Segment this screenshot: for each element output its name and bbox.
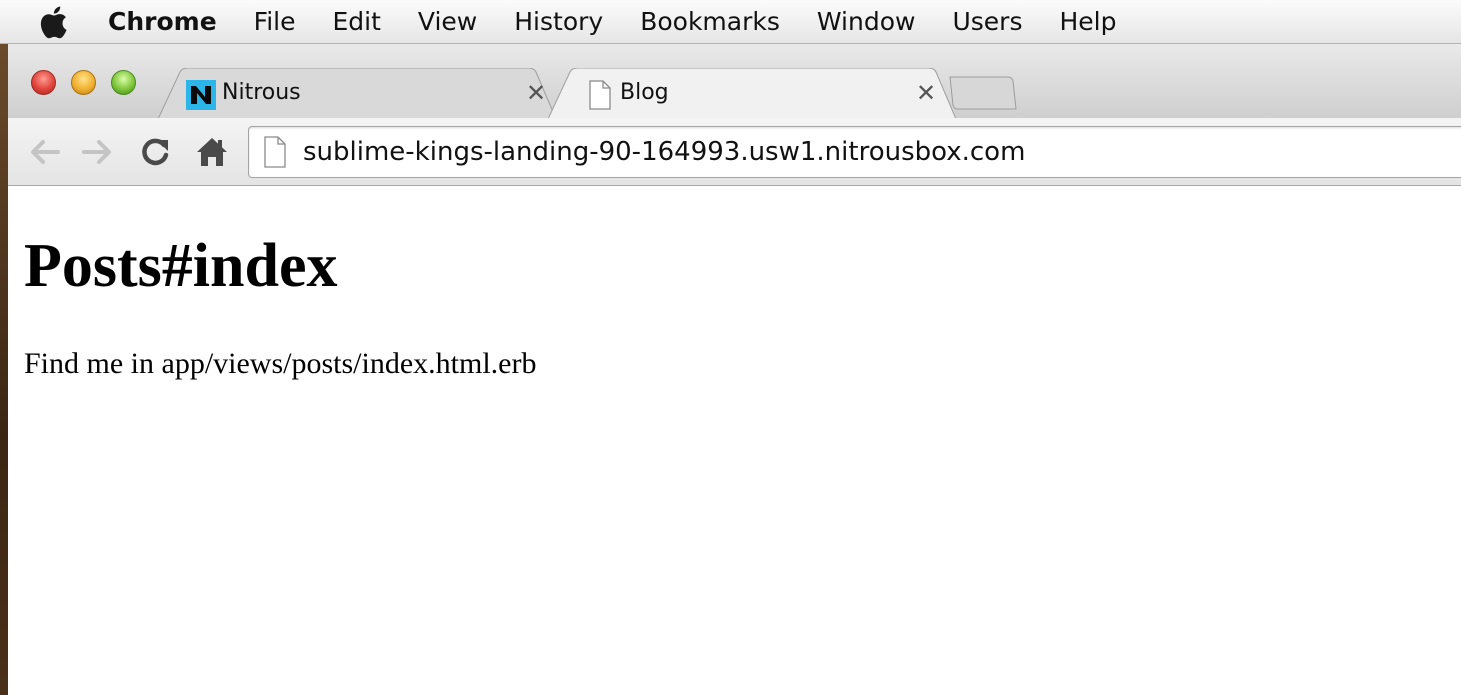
window-minimize-button[interactable] <box>71 70 96 95</box>
url-text[interactable]: sublime-kings-landing-90-164993.usw1.nit… <box>303 127 1025 177</box>
document-icon <box>589 80 611 110</box>
arrow-right-icon[interactable] <box>78 134 118 170</box>
menu-edit[interactable]: Edit <box>333 0 381 44</box>
tab-strip: Nitrous ✕ Blog ✕ <box>8 44 1461 120</box>
page-icon <box>264 136 286 168</box>
menu-history[interactable]: History <box>514 0 603 44</box>
tab-title: Blog <box>620 80 669 105</box>
page-paragraph: Find me in app/views/posts/index.html.er… <box>24 347 537 380</box>
tab-nitrous[interactable]: Nitrous ✕ <box>158 68 558 120</box>
arrow-left-icon[interactable] <box>24 134 64 170</box>
reload-icon[interactable] <box>135 134 175 170</box>
tab-title: Nitrous <box>222 80 301 105</box>
menu-users[interactable]: Users <box>952 0 1022 44</box>
tab-close-icon[interactable]: ✕ <box>524 78 548 108</box>
tab-close-icon[interactable]: ✕ <box>914 78 938 108</box>
address-bar[interactable]: sublime-kings-landing-90-164993.usw1.nit… <box>248 126 1461 178</box>
new-tab-button[interactable] <box>948 75 1018 111</box>
tab-blog[interactable]: Blog ✕ <box>548 68 958 120</box>
menu-bar: Chrome File Edit View History Bookmarks … <box>0 0 1461 44</box>
menu-help[interactable]: Help <box>1059 0 1116 44</box>
page-heading: Posts#index <box>24 232 338 300</box>
page-content: Posts#index Find me in app/views/posts/i… <box>8 186 1461 695</box>
browser-toolbar: sublime-kings-landing-90-164993.usw1.nit… <box>8 118 1461 186</box>
menu-window[interactable]: Window <box>817 0 916 44</box>
tab-shape <box>158 68 557 120</box>
browser-window: Nitrous ✕ Blog ✕ sublime-kings-landing-9… <box>8 44 1461 695</box>
menu-app-name[interactable]: Chrome <box>108 0 217 44</box>
home-icon[interactable] <box>192 134 232 170</box>
window-close-button[interactable] <box>31 70 56 95</box>
nitrous-n-icon <box>186 80 216 110</box>
menu-bookmarks[interactable]: Bookmarks <box>640 0 780 44</box>
menu-file[interactable]: File <box>254 0 296 44</box>
apple-logo-icon[interactable] <box>38 3 72 41</box>
menu-view[interactable]: View <box>418 0 477 44</box>
window-zoom-button[interactable] <box>111 70 136 95</box>
